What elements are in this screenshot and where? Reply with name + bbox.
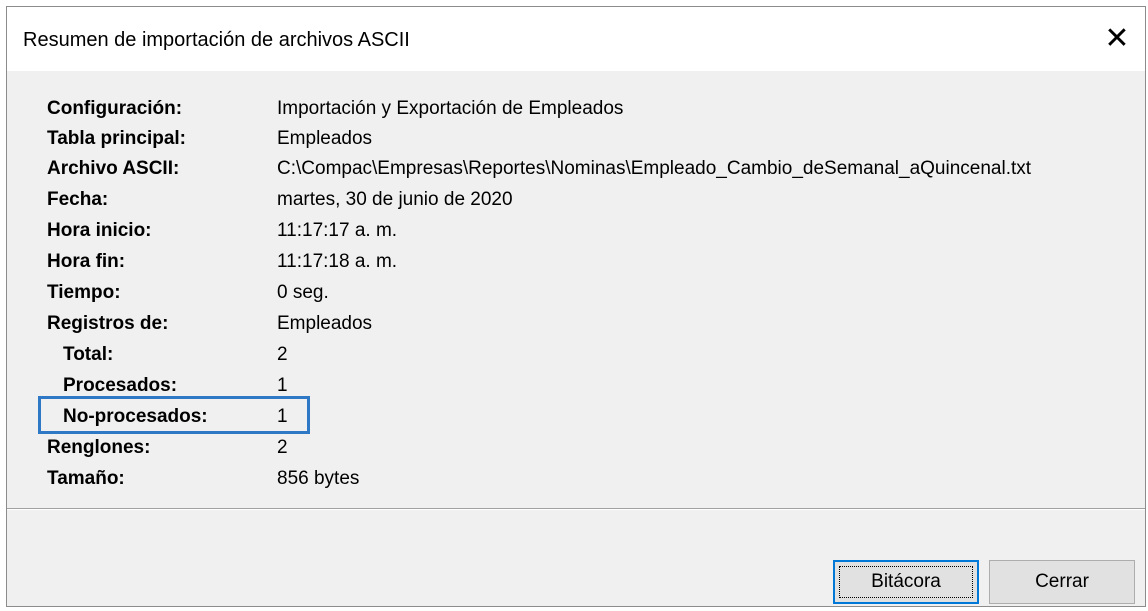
row-value: 11:17:18 a. m. bbox=[277, 251, 398, 272]
row-label: Tamaño: bbox=[47, 468, 125, 489]
summary-panel: Configuración: Importación y Exportación… bbox=[7, 71, 1145, 508]
cerrar-button-label: Cerrar bbox=[1035, 571, 1089, 592]
row-fecha: Fecha: martes, 30 de junio de 2020 bbox=[7, 189, 1145, 215]
cerrar-button[interactable]: Cerrar bbox=[989, 560, 1135, 604]
row-value: 1 bbox=[277, 375, 288, 396]
row-value: Empleados bbox=[277, 313, 373, 334]
row-tabla-principal: Tabla principal: Empleados bbox=[7, 128, 1145, 154]
row-total: Total: 2 bbox=[7, 344, 1145, 370]
button-area-divider bbox=[7, 508, 1145, 510]
row-value: 2 bbox=[277, 437, 288, 458]
row-label: Tiempo: bbox=[47, 282, 121, 303]
row-value: Empleados bbox=[277, 128, 373, 149]
row-renglones: Renglones: 2 bbox=[7, 437, 1145, 463]
row-label: Hora inicio: bbox=[47, 220, 152, 241]
bitacora-button-label: Bitácora bbox=[871, 571, 941, 592]
row-value: C:\Compac\Empresas\Reportes\Nominas\Empl… bbox=[277, 158, 1032, 179]
row-configuracion: Configuración: Importación y Exportación… bbox=[7, 98, 1145, 124]
row-label: Configuración: bbox=[47, 98, 183, 119]
row-value: 856 bytes bbox=[277, 468, 360, 489]
row-value: 0 seg. bbox=[277, 282, 329, 303]
row-registros-de: Registros de: Empleados bbox=[7, 313, 1145, 339]
row-value: Importación y Exportación de Empleados bbox=[277, 98, 624, 119]
bitacora-button[interactable]: Bitácora bbox=[833, 560, 979, 604]
row-label: Archivo ASCII: bbox=[47, 158, 180, 179]
close-icon[interactable]: ✕ bbox=[1093, 17, 1141, 61]
row-value: martes, 30 de junio de 2020 bbox=[277, 189, 513, 210]
row-label: Hora fin: bbox=[47, 251, 126, 272]
row-label: Procesados: bbox=[63, 375, 178, 396]
row-value: 2 bbox=[277, 344, 288, 365]
row-archivo-ascii: Archivo ASCII: C:\Compac\Empresas\Report… bbox=[7, 158, 1145, 184]
row-label: Fecha: bbox=[47, 189, 109, 210]
row-value: 11:17:17 a. m. bbox=[277, 220, 398, 241]
row-hora-fin: Hora fin: 11:17:18 a. m. bbox=[7, 251, 1145, 277]
row-label: Registros de: bbox=[47, 313, 169, 334]
no-procesados-highlight-box bbox=[38, 396, 310, 434]
title-bar: Resumen de importación de archivos ASCII… bbox=[7, 7, 1145, 71]
window-title: Resumen de importación de archivos ASCII bbox=[23, 29, 410, 51]
import-summary-dialog: Resumen de importación de archivos ASCII… bbox=[6, 6, 1146, 607]
row-label: Renglones: bbox=[47, 437, 151, 458]
row-label: Tabla principal: bbox=[47, 128, 187, 149]
row-tiempo: Tiempo: 0 seg. bbox=[7, 282, 1145, 308]
row-tamano: Tamaño: 856 bytes bbox=[7, 468, 1145, 494]
row-hora-inicio: Hora inicio: 11:17:17 a. m. bbox=[7, 220, 1145, 246]
row-label: Total: bbox=[63, 344, 114, 365]
